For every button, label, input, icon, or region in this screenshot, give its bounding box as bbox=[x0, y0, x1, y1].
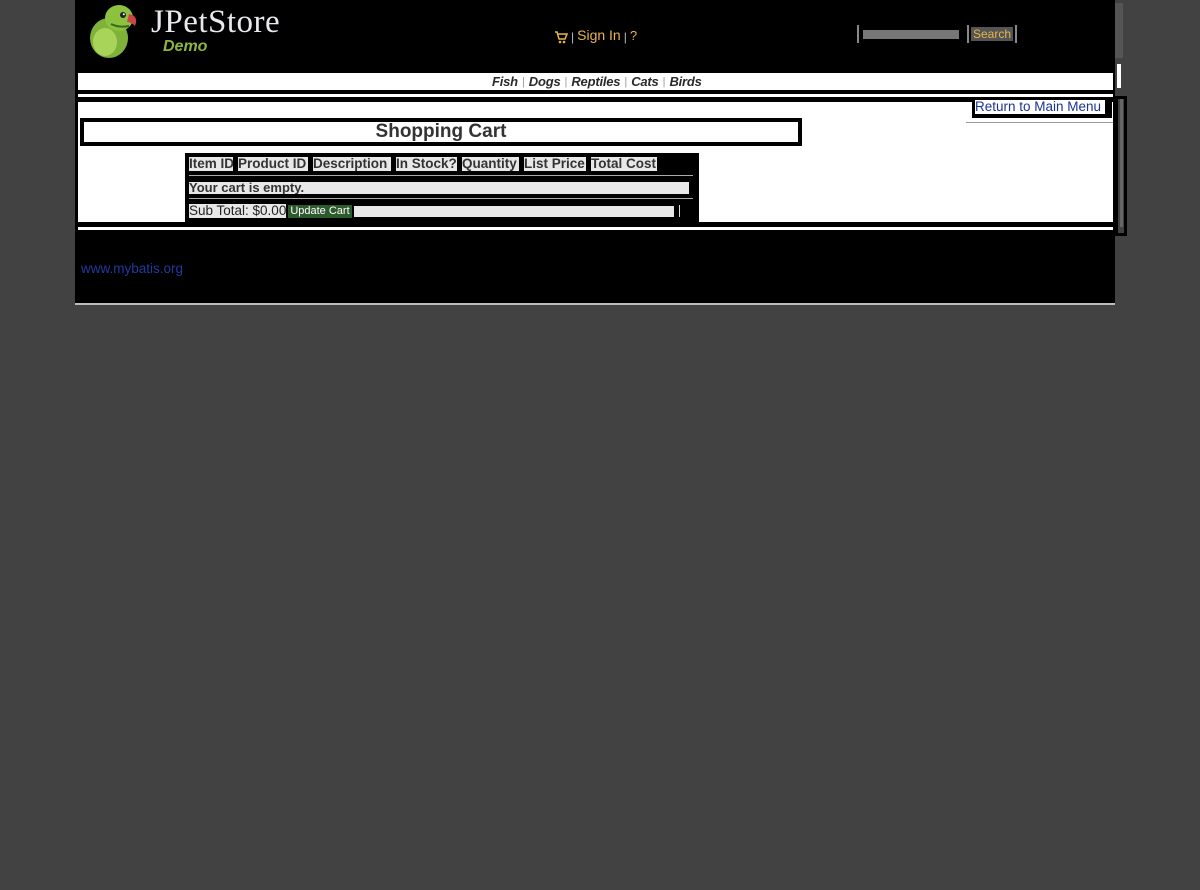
quick-link-birds[interactable]: Birds bbox=[669, 74, 701, 89]
search-divider bbox=[857, 25, 859, 43]
cart-title-box: Shopping Cart bbox=[80, 118, 802, 146]
sign-in-link[interactable]: Sign In bbox=[577, 27, 621, 43]
search-divider bbox=[967, 25, 969, 43]
cart-header-row: Item ID Product ID Description In Stock?… bbox=[189, 157, 662, 171]
logo-tagline: Demo bbox=[163, 38, 208, 55]
col-item-id: Item ID bbox=[189, 157, 233, 171]
page-container: JPetStore Demo | Sign In | ? Search Fish… bbox=[75, 0, 1127, 305]
return-link-box: Return to Main Menu bbox=[972, 100, 1112, 118]
col-list-price: List Price bbox=[524, 157, 586, 171]
update-cart-button[interactable]: Update Cart bbox=[288, 204, 352, 218]
mybatis-link[interactable]: www.mybatis.org bbox=[81, 261, 183, 276]
help-link[interactable]: ? bbox=[630, 28, 637, 43]
logo-wordmark: JPetStore bbox=[151, 4, 281, 40]
search-input[interactable] bbox=[863, 29, 959, 39]
quick-link-fish[interactable]: Fish bbox=[492, 74, 518, 89]
content-edge-box bbox=[1115, 96, 1127, 236]
header-edge-tab bbox=[1115, 3, 1123, 58]
return-rule bbox=[966, 122, 1113, 123]
menu-separator: | bbox=[571, 30, 575, 44]
divider-line bbox=[78, 94, 1113, 97]
quick-link-separator: | bbox=[521, 75, 525, 88]
subtotal-divider bbox=[678, 205, 680, 217]
subtotal-row: Sub Total: $0.00 Update Cart bbox=[189, 204, 680, 218]
cart-table: Item ID Product ID Description In Stock?… bbox=[185, 153, 699, 224]
quick-link-cats[interactable]: Cats bbox=[631, 74, 659, 89]
cart-rule bbox=[189, 198, 693, 199]
divider-line bbox=[78, 227, 1113, 230]
quick-link-separator: | bbox=[662, 75, 666, 88]
main-content: Return to Main Menu Shopping Cart Item I… bbox=[78, 100, 1113, 224]
page-bottom-rule bbox=[75, 303, 1115, 305]
jpetstore-logo[interactable]: JPetStore Demo bbox=[83, 2, 303, 60]
quick-links: Fish | Dogs | Reptiles | Cats | Birds bbox=[492, 73, 702, 90]
quick-links-bar: Fish | Dogs | Reptiles | Cats | Birds bbox=[78, 73, 1113, 90]
subtotal-text: Sub Total: $0.00 bbox=[189, 204, 287, 218]
return-to-main-menu-link[interactable]: Return to Main Menu bbox=[975, 100, 1105, 114]
header-menu: | Sign In | ? bbox=[554, 24, 637, 46]
subtotal-fill bbox=[353, 205, 674, 217]
quick-links-edge bbox=[1117, 64, 1121, 88]
quick-link-dogs[interactable]: Dogs bbox=[529, 74, 561, 89]
cart-icon[interactable] bbox=[554, 30, 569, 44]
cart-rule bbox=[189, 175, 693, 176]
quick-link-separator: | bbox=[624, 75, 628, 88]
empty-cart-message: Your cart is empty. bbox=[189, 182, 689, 194]
quick-link-separator: | bbox=[564, 75, 568, 88]
col-product-id: Product ID bbox=[238, 157, 308, 171]
page-title: Shopping Cart bbox=[375, 121, 507, 142]
menu-separator: | bbox=[623, 30, 627, 44]
search-form: Search bbox=[857, 24, 1018, 44]
quick-link-reptiles[interactable]: Reptiles bbox=[571, 74, 620, 89]
parrot-icon bbox=[90, 5, 137, 58]
col-description: Description bbox=[313, 157, 391, 171]
col-in-stock: In Stock? bbox=[396, 157, 457, 171]
col-quantity: Quantity bbox=[462, 157, 519, 171]
col-total-cost: Total Cost bbox=[591, 157, 657, 171]
search-divider bbox=[1015, 25, 1018, 43]
search-button[interactable]: Search bbox=[971, 27, 1014, 41]
